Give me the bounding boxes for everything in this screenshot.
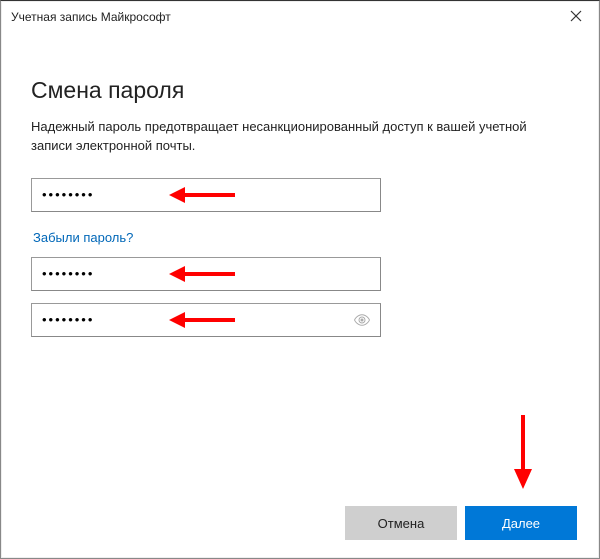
next-button[interactable]: Далее (465, 506, 577, 540)
footer-buttons: Отмена Далее (345, 506, 577, 540)
window-title: Учетная запись Майкрософт (11, 10, 553, 24)
old-password-field (31, 178, 569, 212)
new-password-field (31, 257, 569, 291)
forgot-password-link[interactable]: Забыли пароль? (33, 230, 133, 245)
confirm-password-field (31, 303, 569, 337)
close-button[interactable] (553, 1, 599, 33)
page-description: Надежный пароль предотвращает несанкцион… (31, 118, 551, 156)
content-area: Смена пароля Надежный пароль предотвраща… (1, 33, 599, 337)
dialog-window: Учетная запись Майкрософт Смена пароля Н… (0, 0, 600, 559)
old-password-input[interactable] (31, 178, 381, 212)
annotation-arrow-icon (511, 413, 535, 496)
titlebar: Учетная запись Майкрософт (1, 1, 599, 33)
cancel-button[interactable]: Отмена (345, 506, 457, 540)
close-icon (570, 9, 582, 25)
new-password-input[interactable] (31, 257, 381, 291)
page-heading: Смена пароля (31, 77, 569, 104)
confirm-password-input[interactable] (31, 303, 381, 337)
reveal-password-icon[interactable] (353, 311, 371, 329)
